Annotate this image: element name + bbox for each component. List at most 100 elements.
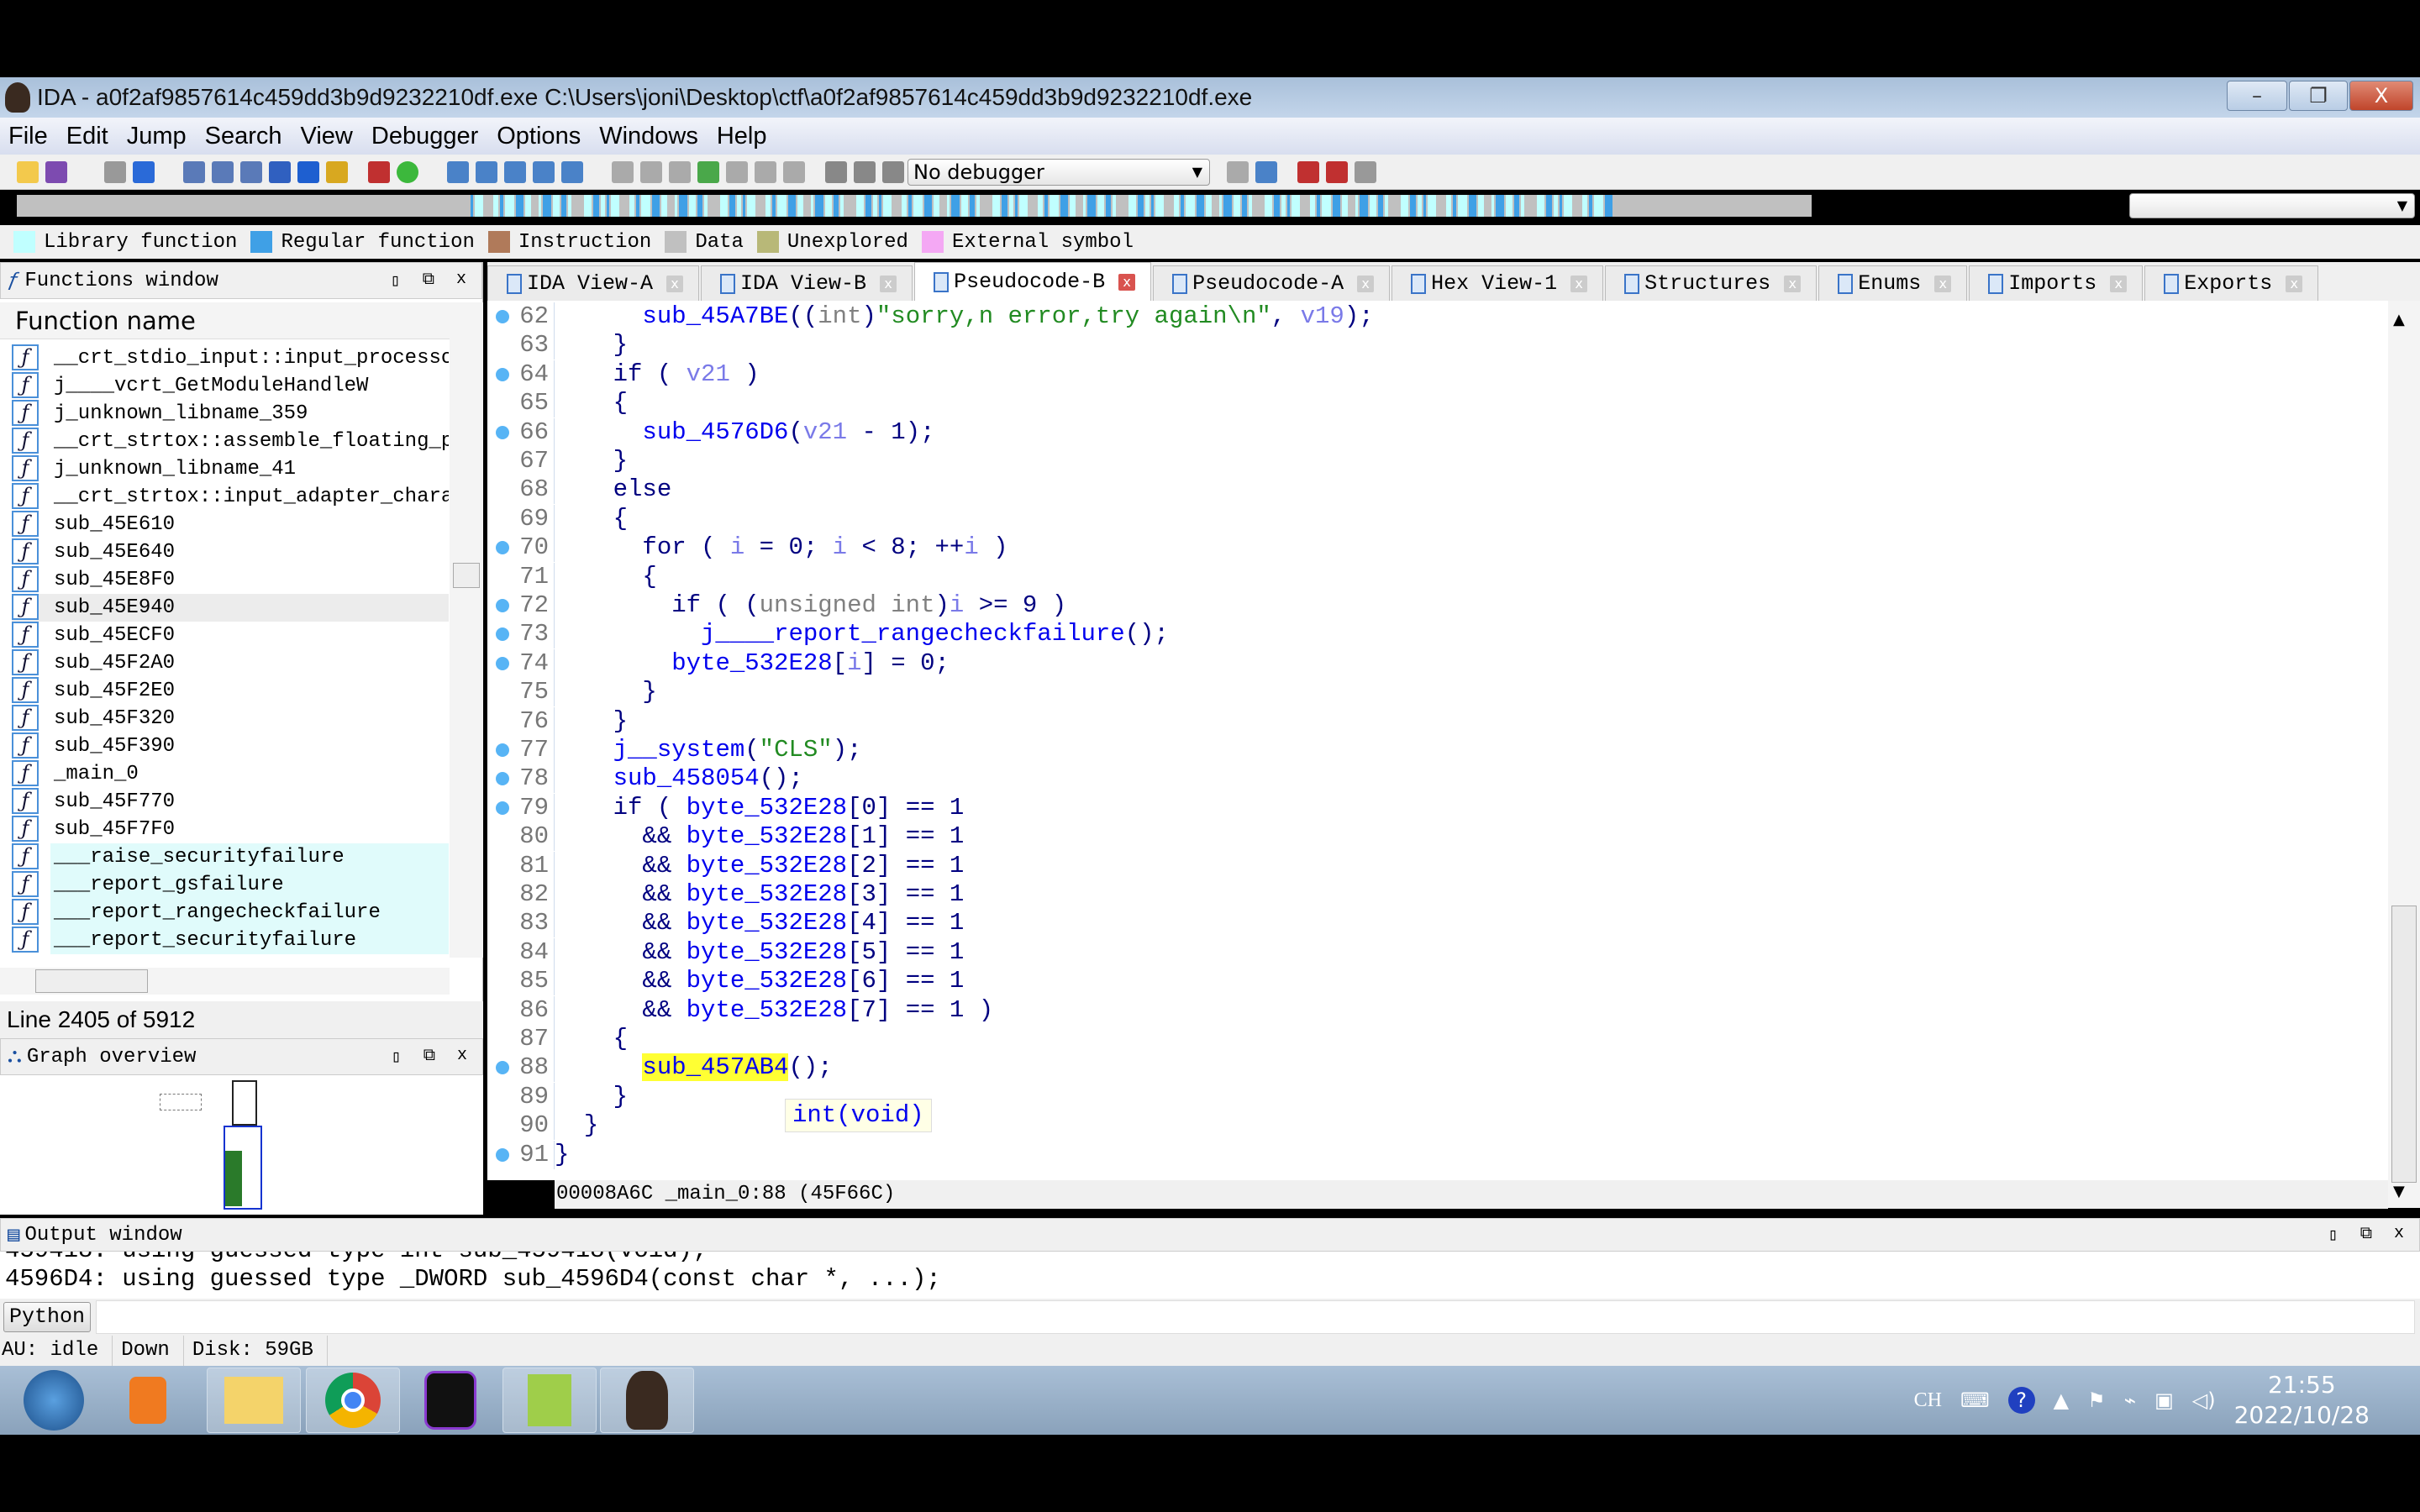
maximize-icon[interactable]: ▯ [392, 1046, 402, 1068]
function-list-item[interactable]: ƒ ___report_securityfailure [12, 927, 449, 954]
tab-enums[interactable]: Enums x [1818, 265, 1968, 301]
save-icon[interactable] [45, 160, 67, 183]
language-indicator[interactable]: CH [1914, 1389, 1942, 1412]
code-line[interactable]: 85 && byte_532E28[6] == 1 [487, 967, 2336, 996]
float-icon[interactable]: ⧉ [423, 270, 434, 291]
nox-icon[interactable] [403, 1368, 497, 1433]
ascii-icon[interactable] [669, 160, 691, 183]
breakpoint-dot-icon[interactable] [496, 425, 509, 439]
breakpoint-dot-icon[interactable] [496, 367, 509, 381]
notepad-plus-icon[interactable] [502, 1368, 597, 1433]
python-button[interactable]: Python [3, 1302, 91, 1332]
volume-icon[interactable]: ◁) [2192, 1389, 2216, 1412]
code-line[interactable]: 88 sub_457AB4(); [487, 1053, 2336, 1083]
close-tab-icon[interactable]: x [2110, 275, 2128, 292]
pause-icon[interactable] [854, 160, 876, 183]
function-list-item[interactable]: ƒ sub_45F390 [12, 732, 449, 760]
code-line[interactable]: 70 for ( i = 0; i < 8; ++i ) [487, 533, 2336, 563]
code-line[interactable]: 63 } [487, 331, 2336, 360]
code-line[interactable]: 81 && byte_532E28[2] == 1 [487, 851, 2336, 880]
code-line[interactable]: 89 } [487, 1082, 2336, 1111]
close-tab-icon[interactable]: x [666, 275, 684, 292]
menu-jump[interactable]: Jump [127, 123, 187, 150]
ida-taskbar-icon[interactable] [600, 1368, 694, 1433]
analysis-icon[interactable] [368, 160, 390, 183]
tab-imports[interactable]: Imports x [1969, 265, 2144, 301]
edit-icon[interactable] [755, 160, 776, 183]
code-line[interactable]: 84 && byte_532E28[5] == 1 [487, 937, 2336, 967]
clock[interactable]: 21:55 2022/10/28 [2234, 1370, 2370, 1431]
close-tab-icon[interactable]: x [1357, 275, 1375, 292]
tab-pseudocode-b[interactable]: Pseudocode-B x [914, 262, 1152, 301]
code-line[interactable]: 71 { [487, 562, 2336, 591]
stop-icon[interactable] [882, 160, 904, 183]
status-icon[interactable] [397, 160, 418, 183]
close-button[interactable]: X [2349, 81, 2413, 111]
code-line[interactable]: 79 if ( byte_532E28[0] == 1 [487, 793, 2336, 822]
function-list-item[interactable]: ƒ j_unknown_libname_41 [12, 455, 449, 483]
float-icon[interactable]: ⧉ [424, 1046, 435, 1068]
data-icon[interactable] [640, 160, 662, 183]
view-icon[interactable] [504, 160, 526, 183]
close-tab-icon[interactable]: x [1934, 275, 1952, 292]
help-icon[interactable]: ? [2007, 1387, 2035, 1414]
breakpoint-dot-icon[interactable] [496, 599, 509, 612]
graph-overview-canvas[interactable] [0, 1075, 483, 1215]
menu-windows[interactable]: Windows [599, 123, 698, 150]
chrome-icon[interactable] [306, 1368, 400, 1433]
code-line[interactable]: 83 && byte_532E28[4] == 1 [487, 909, 2336, 938]
minimize-button[interactable]: – [2227, 81, 2287, 111]
debugger-select[interactable]: No debugger ▼ [908, 158, 1210, 186]
scrollbar-thumb[interactable] [453, 563, 480, 588]
tab-exports[interactable]: Exports x [2144, 265, 2319, 301]
hscrollbar-thumb[interactable] [35, 969, 148, 993]
start-button[interactable] [7, 1368, 101, 1433]
close-tab-icon[interactable]: x [880, 275, 897, 292]
function-list-item[interactable]: ƒ ___report_rangecheckfailure [12, 899, 449, 927]
function-list-item[interactable]: ƒ __crt_strtox::assemble_floating_poi [12, 428, 449, 455]
close-tab-icon[interactable]: x [1118, 273, 1136, 291]
function-list-item[interactable]: ƒ sub_45E610 [12, 511, 449, 538]
code-line[interactable]: 75 } [487, 678, 2336, 707]
function-list-item[interactable]: ƒ sub_45F770 [12, 788, 449, 816]
run-to-cursor-icon[interactable] [1255, 160, 1277, 183]
breakpoint-dot-icon[interactable] [496, 772, 509, 786]
close-icon[interactable]: x [457, 1046, 467, 1068]
search-binary-icon[interactable] [240, 160, 262, 183]
menu-file[interactable]: File [8, 123, 48, 150]
attach-icon[interactable] [1227, 160, 1249, 183]
network-icon[interactable]: ▣ [2154, 1389, 2174, 1412]
code-line[interactable]: 62 sub_45A7BE((int)"sorry,n error,try ag… [487, 302, 2336, 331]
pseudocode-view[interactable]: 62 sub_45A7BE((int)"sorry,n error,try ag… [487, 301, 2388, 1180]
function-list-item[interactable]: ƒ __crt_stdio_input::input_processor< [12, 344, 449, 372]
menu-search[interactable]: Search [205, 123, 282, 150]
down-arrow-icon[interactable] [297, 160, 319, 183]
search-hex-icon[interactable] [183, 160, 205, 183]
code-line[interactable]: 91} [487, 1140, 2336, 1169]
code-icon[interactable] [612, 160, 634, 183]
function-list-item[interactable]: ƒ sub_45E640 [12, 538, 449, 566]
code-line[interactable]: 80 && byte_532E28[1] == 1 [487, 822, 2336, 852]
menu-options[interactable]: Options [497, 123, 581, 150]
code-line[interactable]: 82 && byte_532E28[3] == 1 [487, 880, 2336, 909]
code-line[interactable]: 78 sub_458054(); [487, 764, 2336, 794]
code-line[interactable]: 74 byte_532E28[i] = 0; [487, 648, 2336, 678]
view-icon[interactable] [476, 160, 497, 183]
menu-debugger[interactable]: Debugger [371, 123, 478, 150]
scroll-down-icon[interactable]: ▼ [2393, 1183, 2405, 1200]
tab-pseudocode-a[interactable]: Pseudocode-A x [1153, 265, 1391, 301]
menu-help[interactable]: Help [717, 123, 767, 150]
function-list-item[interactable]: ƒ __crt_strtox::input_adapter_charact [12, 483, 449, 511]
close-tab-icon[interactable]: x [1784, 275, 1802, 292]
scroll-up-icon[interactable]: ▲ [2393, 311, 2405, 328]
breakpoint-dot-icon[interactable] [496, 656, 509, 670]
function-list-item[interactable]: ƒ sub_45E8F0 [12, 566, 449, 594]
python-command-input[interactable] [96, 1300, 2415, 1334]
code-line[interactable]: 68 else [487, 475, 2336, 505]
open-icon[interactable] [17, 160, 39, 183]
breakpoint-dot-icon[interactable] [496, 743, 509, 757]
code-line[interactable]: 77 j__system("CLS"); [487, 736, 2336, 764]
nav-select[interactable]: ▼ [2129, 193, 2415, 218]
close-icon[interactable]: x [456, 270, 466, 291]
tray-arrow-icon[interactable]: ▲ [2054, 1389, 2069, 1412]
